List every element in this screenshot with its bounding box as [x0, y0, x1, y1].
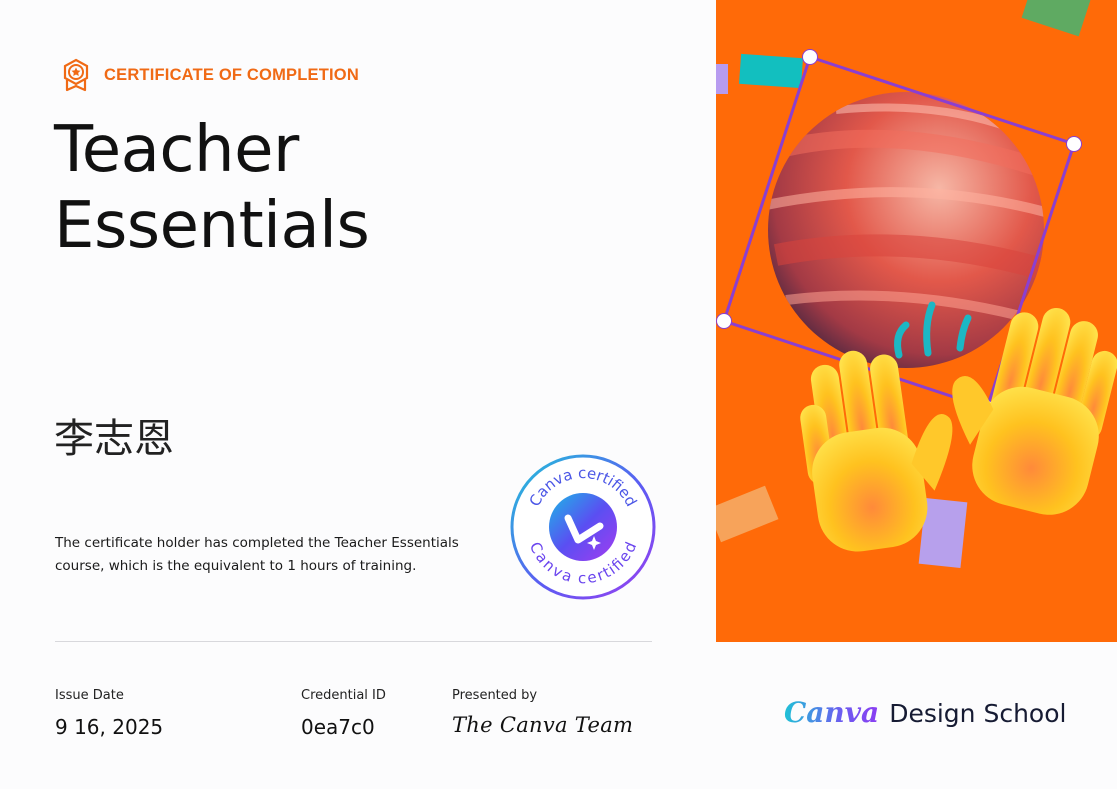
presented-by-label: Presented by	[452, 688, 538, 703]
course-title-line1: Teacher	[54, 113, 299, 187]
description-line1: The certificate holder has completed the…	[55, 535, 459, 551]
credential-block: Credential ID 0ea7c0	[301, 688, 386, 739]
presenter-block: Presented by The Canva Team	[452, 688, 633, 737]
design-school-text: Design School	[889, 699, 1067, 728]
canva-certified-seal: Canva certified Canva certified	[510, 454, 656, 600]
certificate-header: CERTIFICATE OF COMPLETION	[60, 58, 359, 92]
completion-description: The certificate holder has completed the…	[55, 532, 475, 578]
credential-id-value: 0ea7c0	[301, 715, 375, 739]
confetti-lilac-edge	[716, 64, 728, 94]
credential-id-label: Credential ID	[301, 688, 386, 703]
footer-divider	[55, 641, 652, 642]
award-badge-icon	[63, 58, 89, 92]
description-line2: course, which is the equivalent to 1 hou…	[55, 558, 417, 574]
holder-name: 李志恩	[54, 416, 174, 462]
course-title: Teacher Essentials	[54, 112, 370, 264]
course-title-line2: Essentials	[54, 189, 370, 263]
issue-date-value: 9 16, 2025	[55, 715, 164, 739]
canva-wordmark: Canva	[784, 696, 880, 729]
artwork-panel	[716, 0, 1117, 642]
issue-date-block: Issue Date 9 16, 2025	[55, 688, 163, 739]
confetti-teal	[739, 53, 803, 89]
canva-design-school-logo: Canva Design School	[784, 696, 1066, 729]
issue-date-label: Issue Date	[55, 688, 124, 703]
presenter-signature: The Canva Team	[452, 713, 634, 737]
certificate: CERTIFICATE OF COMPLETION Teacher Essent…	[0, 0, 1117, 789]
certificate-label: CERTIFICATE OF COMPLETION	[104, 65, 359, 84]
canva-check-icon	[549, 493, 617, 561]
